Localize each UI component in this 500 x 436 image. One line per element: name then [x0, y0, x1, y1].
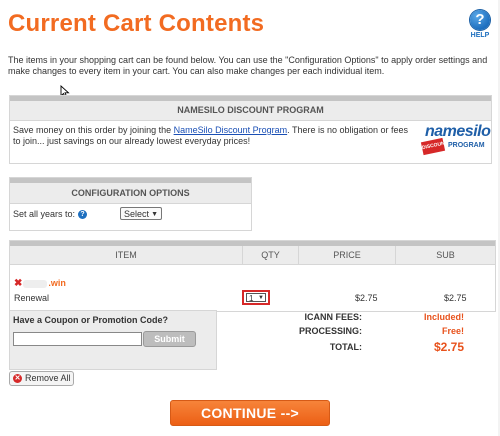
logo-program-text: PROGRAM — [448, 142, 485, 149]
icann-fees-value: Included! — [424, 312, 464, 322]
continue-button[interactable]: CONTINUE --> — [170, 400, 330, 426]
years-select[interactable]: Select ▼ — [120, 207, 162, 220]
discount-program-heading: NAMESILO DISCOUNT PROGRAM — [10, 96, 491, 121]
coupon-code-input[interactable] — [13, 332, 142, 346]
chevron-down-icon: ▼ — [258, 295, 264, 301]
domain-suffix: .win — [48, 278, 66, 288]
set-years-label: Set all years to: — [13, 209, 76, 219]
coupon-panel: Have a Coupon or Promotion Code? Submit — [9, 310, 217, 370]
remove-all-button[interactable]: ✕ Remove All — [9, 371, 74, 386]
remove-all-label: Remove All — [25, 373, 71, 383]
cart-table-header: ITEM QTY PRICE SUB — [10, 241, 495, 265]
qty-select-box: 1 ▼ — [246, 293, 266, 303]
configuration-options-heading: CONFIGURATION OPTIONS — [10, 178, 251, 204]
help-icon: ? — [470, 10, 490, 30]
icann-fees-label: ICANN FEES: — [304, 312, 362, 322]
coupon-submit-button[interactable]: Submit — [143, 331, 196, 347]
configuration-options-panel: CONFIGURATION OPTIONS Set all years to:?… — [9, 177, 252, 231]
cart-item-subtotal: $2.75 — [444, 293, 467, 303]
redacted-domain-name — [23, 279, 48, 288]
delete-item-icon[interactable]: ✖ — [14, 278, 22, 289]
page-title: Current Cart Contents — [8, 10, 265, 37]
set-years-row: Set all years to:? — [13, 209, 88, 220]
qty-select[interactable]: 1 ▼ — [242, 290, 270, 305]
cart-item-domain: ✖ .win — [14, 278, 66, 289]
discount-text-before: Save money on this order by joining the — [13, 125, 174, 135]
years-select-value: Select — [124, 209, 150, 219]
help-label: HELP — [470, 32, 490, 39]
help-button[interactable]: ? HELP — [468, 10, 492, 39]
discount-program-text: Save money on this order by joining the … — [13, 125, 413, 147]
cart-table: ITEM QTY PRICE SUB ✖ .win Renewal 1 ▼ $2.7… — [9, 240, 496, 312]
chevron-down-icon: ▼ — [151, 211, 158, 218]
processing-label: PROCESSING: — [298, 326, 362, 336]
processing-value: Free! — [441, 326, 464, 336]
total-value: $2.75 — [433, 340, 464, 354]
qty-value: 1 — [249, 294, 254, 303]
discount-program-link[interactable]: NameSilo Discount Program — [174, 125, 288, 135]
discount-program-panel: NAMESILO DISCOUNT PROGRAM Save money on … — [9, 95, 492, 164]
remove-icon: ✕ — [13, 374, 22, 383]
column-qty: QTY — [261, 250, 280, 260]
coupon-title: Have a Coupon or Promotion Code? — [13, 315, 169, 325]
total-label: TOTAL: — [329, 342, 362, 352]
cart-item-type: Renewal — [14, 293, 50, 303]
column-price: PRICE — [333, 250, 361, 260]
namesilo-discount-logo[interactable]: namesilo DISCOUNT PROGRAM — [420, 123, 491, 156]
column-sub: SUB — [436, 250, 455, 260]
cart-item-price: $2.75 — [355, 293, 378, 303]
column-item: ITEM — [115, 250, 137, 260]
intro-text: The items in your shopping cart can be f… — [8, 55, 488, 76]
info-icon[interactable]: ? — [78, 210, 88, 220]
